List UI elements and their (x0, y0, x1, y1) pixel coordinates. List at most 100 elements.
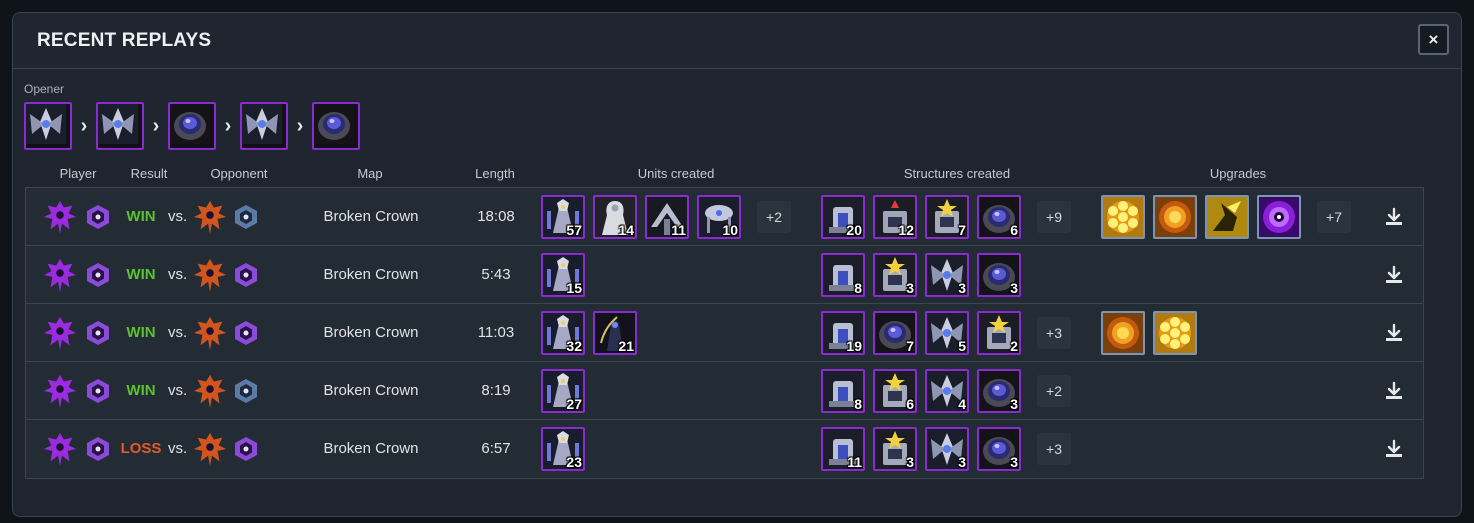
sentry-icon[interactable]: 14 (593, 194, 637, 239)
cybercore-icon[interactable]: 3 (873, 252, 917, 297)
count-label: 5 (958, 337, 966, 354)
opener-step-pylon-icon[interactable] (168, 102, 216, 150)
darktemplar-icon[interactable]: 21 (593, 310, 637, 355)
zealot-icon[interactable]: 57 (541, 194, 585, 239)
pylon-icon[interactable]: 3 (977, 368, 1021, 413)
upgrades-cell (1101, 362, 1381, 419)
opener-sequence: › › › › (24, 102, 360, 150)
map-cell: Broken Crown (296, 246, 446, 303)
probe-icon[interactable]: 4 (925, 368, 969, 413)
download-icon[interactable] (1382, 205, 1406, 229)
map-name[interactable]: Broken Crown (323, 440, 418, 457)
probe-icon[interactable]: 5 (925, 310, 969, 355)
vs-label: vs. (168, 208, 188, 225)
pylon-icon[interactable]: 3 (977, 426, 1021, 471)
map-cell: Broken Crown (296, 420, 446, 477)
count-label: 3 (906, 453, 914, 470)
opener-step-probe-icon[interactable] (24, 102, 72, 150)
zealot-icon[interactable]: 15 (541, 252, 585, 297)
stalker-icon[interactable]: 10 (697, 194, 741, 239)
units-cell: 57 14 11 10 +2 (541, 188, 821, 245)
opener-step-pylon-icon[interactable] (312, 102, 360, 150)
warpgate-upgrade-icon-art (1259, 196, 1299, 237)
pylon-icon[interactable]: 7 (873, 310, 917, 355)
more-items-badge[interactable]: +7 (1317, 200, 1351, 233)
game-length: 8:19 (481, 382, 511, 399)
replay-row[interactable]: WIN vs. Broken Crown 8:19 27 8 6 4 3 +2 (26, 362, 1423, 420)
cybercore-icon[interactable]: 2 (977, 310, 1021, 355)
download-icon[interactable] (1382, 379, 1406, 403)
zealot-icon[interactable]: 23 (541, 426, 585, 471)
probe-icon[interactable]: 3 (925, 252, 969, 297)
replay-row[interactable]: WIN vs. Broken Crown 11:03 32 21 19 7 5 2 +3 (26, 304, 1423, 362)
count-label: 8 (854, 279, 862, 296)
shields-upgrade-icon[interactable] (1101, 194, 1145, 239)
vs-label: vs. (168, 382, 188, 399)
download-icon[interactable] (1382, 321, 1406, 345)
count-label: 12 (898, 221, 914, 238)
pylon-icon[interactable]: 6 (977, 194, 1021, 239)
gateway-icon[interactable]: 11 (821, 426, 865, 471)
more-items-badge[interactable]: +2 (757, 200, 791, 233)
adept-icon[interactable]: 11 (645, 194, 689, 239)
panel-header: RECENT REPLAYS × (13, 13, 1461, 69)
map-name[interactable]: Broken Crown (323, 266, 418, 283)
cybercore-icon[interactable]: 7 (925, 194, 969, 239)
opener-step-probe-icon[interactable] (96, 102, 144, 150)
count-label: 11 (847, 453, 862, 470)
map-cell: Broken Crown (296, 362, 446, 419)
gateway-icon[interactable]: 19 (821, 310, 865, 355)
opponent-zerg-race-icon (194, 258, 227, 292)
count-label: 27 (566, 395, 582, 412)
structures-cell: 20 12 7 6 +9 (821, 188, 1101, 245)
shields-upgrade-icon[interactable] (1153, 310, 1197, 355)
more-items-badge[interactable]: +2 (1037, 374, 1071, 407)
map-name[interactable]: Broken Crown (323, 382, 418, 399)
map-name[interactable]: Broken Crown (323, 324, 418, 341)
more-items-badge[interactable]: +3 (1037, 432, 1071, 465)
structures-cell: 19 7 5 2 +3 (821, 304, 1101, 361)
count-label: 3 (1010, 395, 1018, 412)
opponent-cell: vs. (168, 304, 276, 361)
replay-row[interactable]: WIN vs. Broken Crown 18:08 57 14 11 10 +2 20 12 7 6 +… (26, 188, 1423, 246)
cybercore-icon[interactable]: 6 (873, 368, 917, 413)
units-list: 57 14 11 10 +2 (541, 194, 791, 239)
probe-icon[interactable]: 3 (925, 426, 969, 471)
length-cell: 8:19 (446, 362, 546, 419)
opener-step-probe-icon[interactable] (240, 102, 288, 150)
replay-row[interactable]: WIN vs. Broken Crown 5:43 15 8 3 3 3 (26, 246, 1423, 304)
pylon-icon[interactable]: 3 (977, 252, 1021, 297)
game-length: 18:08 (477, 208, 515, 225)
forge-icon[interactable]: 12 (873, 194, 917, 239)
player-cell (26, 362, 126, 419)
gateway-icon[interactable]: 8 (821, 252, 865, 297)
close-button[interactable]: × (1418, 24, 1449, 55)
count-label: 2 (1010, 337, 1018, 354)
opener-arrow-icon: › (296, 114, 304, 137)
zealot-icon[interactable]: 27 (541, 368, 585, 413)
vs-label: vs. (168, 440, 188, 457)
count-label: 8 (854, 395, 862, 412)
download-icon[interactable] (1382, 263, 1406, 287)
weapons-upgrade-icon[interactable] (1101, 310, 1145, 355)
replay-row[interactable]: LOSS vs. Broken Crown 6:57 23 11 3 3 3 +3 (26, 420, 1423, 478)
cybercore-icon[interactable]: 3 (873, 426, 917, 471)
length-cell: 6:57 (446, 420, 546, 477)
charge-upgrade-icon[interactable] (1205, 194, 1249, 239)
opener-arrow-icon: › (152, 114, 160, 137)
more-items-badge[interactable]: +3 (1037, 316, 1071, 349)
opponent-cell: vs. (168, 246, 276, 303)
gateway-icon[interactable]: 20 (821, 194, 865, 239)
rank-master-icon (235, 436, 258, 461)
column-header-opponent: Opponent (210, 166, 268, 181)
zealot-icon[interactable]: 32 (541, 310, 585, 355)
download-icon[interactable] (1382, 437, 1406, 461)
more-items-badge[interactable]: +9 (1037, 200, 1071, 233)
units-list: 23 (541, 426, 585, 471)
player-protoss-race-icon (43, 374, 77, 408)
weapons-upgrade-icon[interactable] (1153, 194, 1197, 239)
count-label: 15 (566, 279, 582, 296)
gateway-icon[interactable]: 8 (821, 368, 865, 413)
warpgate-upgrade-icon[interactable] (1257, 194, 1301, 239)
map-name[interactable]: Broken Crown (323, 208, 418, 225)
